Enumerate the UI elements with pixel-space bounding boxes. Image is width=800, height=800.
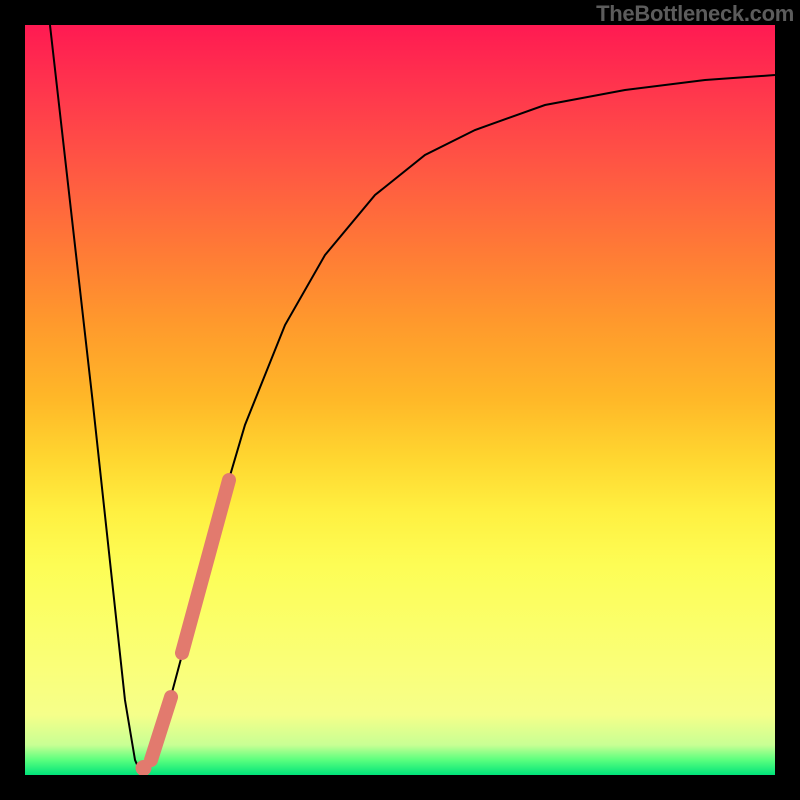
plot-area <box>25 25 775 775</box>
highlight-blob-lower <box>151 697 171 760</box>
bottleneck-curve <box>50 25 775 771</box>
watermark-text: TheBottleneck.com <box>596 1 794 27</box>
chart-frame: TheBottleneck.com <box>0 0 800 800</box>
chart-svg <box>25 25 775 775</box>
highlight-segment-upper <box>182 480 229 653</box>
